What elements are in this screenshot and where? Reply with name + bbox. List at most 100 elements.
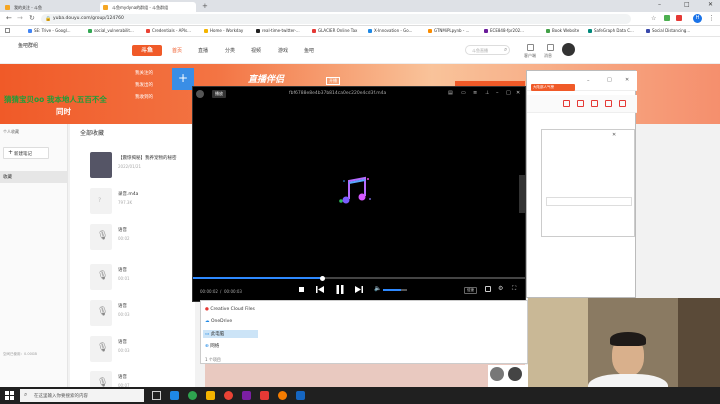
volume-icon[interactable]: 🔈 — [374, 285, 381, 292]
back-icon[interactable]: ← — [6, 14, 12, 22]
apps-icon[interactable] — [5, 28, 10, 33]
list-item[interactable]: 🎙 语音 00:02 — [90, 224, 190, 254]
chrome-icon[interactable] — [224, 391, 233, 400]
nav-item-home[interactable]: 首页 — [172, 47, 182, 54]
user-avatar[interactable] — [490, 367, 504, 381]
list-item[interactable]: ? 录音.m4a 797.3K — [90, 188, 190, 218]
nav-item-live[interactable]: 直播 — [198, 47, 208, 54]
forward-icon[interactable]: → — [17, 14, 23, 22]
screen-icon[interactable]: ▭ — [461, 90, 466, 96]
bookmark-item[interactable]: ECE848-fpr202... — [484, 28, 524, 33]
settings-icon[interactable]: ≡ — [473, 90, 477, 96]
douyu-logo[interactable]: 斗鱼 — [132, 45, 162, 56]
profile-avatar[interactable]: H — [693, 14, 702, 23]
list-item[interactable]: 🎙 语音 00:03 — [90, 300, 190, 330]
search-icon[interactable]: ⌕ — [504, 46, 507, 54]
banner-menu-sent[interactable]: 我发出的 — [135, 80, 171, 92]
explorer-item-onedrive[interactable]: ☁ OneDrive — [205, 319, 232, 324]
bookmark-item[interactable]: Credentials - APIs... — [146, 28, 191, 33]
bookmark-item[interactable]: SE: Trive - Googl... — [28, 28, 71, 33]
playlist-icon[interactable]: ▤ — [448, 90, 453, 96]
left-item-favorites[interactable]: 收藏 — [0, 171, 68, 183]
player-side-handle[interactable] — [519, 175, 526, 213]
progress-track[interactable] — [193, 275, 525, 281]
app-icon[interactable] — [296, 391, 305, 400]
browser-tab-2[interactable]: 斗鱼mydyna的群组 - 斗鱼群组 — [100, 2, 196, 12]
explorer-item-creative-cloud[interactable]: ● Creative Cloud Files — [205, 307, 255, 312]
user-avatar[interactable] — [508, 367, 522, 381]
star-icon[interactable]: ☆ — [651, 15, 656, 22]
bookmark-item[interactable]: social_vulnerabilit... — [88, 28, 134, 33]
explorer-item-this-pc[interactable]: ▭ 此电脑 — [203, 330, 258, 338]
nav-item-yuba[interactable]: 鱼吧 — [304, 47, 314, 54]
toolbar-icon[interactable] — [605, 100, 612, 107]
close-icon[interactable]: ✕ — [612, 132, 616, 138]
toolbar-icon[interactable] — [619, 100, 626, 107]
list-item[interactable]: 🎙 语音 00:03 — [90, 336, 190, 366]
settings-gear-icon[interactable]: ⚙ — [498, 285, 503, 292]
app-icon[interactable] — [278, 391, 287, 400]
extension-icon[interactable] — [664, 15, 670, 21]
previous-icon[interactable] — [316, 286, 324, 293]
task-view-icon[interactable] — [152, 391, 161, 400]
taskbar-search-input[interactable]: ⌕ 在这里输入你要搜索的内容 — [20, 389, 144, 402]
bookmark-item[interactable]: Home - Workday — [204, 28, 243, 33]
address-bar[interactable]: 🔒 yuba.douyu.com/group/124760 — [41, 14, 631, 24]
close-icon[interactable]: ✕ — [516, 90, 520, 96]
minimize-icon[interactable]: – — [658, 1, 661, 8]
list-item[interactable]: 【震惊揭秘】我养宠物的秘密 2022/01/21 — [90, 152, 190, 182]
bookmark-item[interactable]: GTNMiPLpynb - ... — [428, 28, 469, 33]
maximize-icon[interactable]: □ — [607, 77, 612, 83]
menu-icon[interactable]: ⋮ — [708, 14, 715, 22]
extension-icon[interactable] — [676, 15, 682, 21]
bookmark-item[interactable]: Book Website — [546, 28, 579, 33]
speed-button[interactable]: 倍速 — [464, 287, 477, 294]
pin-icon[interactable]: ⊥ — [485, 90, 489, 96]
user-avatar[interactable] — [562, 43, 575, 56]
bookmark-item[interactable]: Social Distancing... — [646, 28, 690, 33]
wechat-icon[interactable] — [188, 391, 197, 400]
browser-tab-1[interactable]: 我的关注 - 斗鱼 — [2, 2, 98, 12]
banner-live-badge[interactable]: 开播 — [326, 77, 340, 85]
volume-slider[interactable] — [383, 289, 407, 291]
banner-menu-received[interactable]: 我收到的 — [135, 92, 171, 104]
windows-start-icon[interactable] — [5, 391, 14, 400]
add-tile-button[interactable]: + — [172, 68, 194, 90]
fullscreen-icon[interactable]: ⛶ — [512, 285, 516, 293]
app-icon[interactable] — [260, 391, 269, 400]
app-icon[interactable] — [242, 391, 251, 400]
toolbar-icon[interactable] — [577, 100, 584, 107]
bookmark-item[interactable]: real-time-twitter-... — [256, 28, 300, 33]
minimize-icon[interactable]: – — [587, 78, 590, 84]
bookmark-item[interactable]: SafeGraph Data C... — [588, 28, 634, 33]
dialog-input[interactable] — [546, 197, 632, 206]
list-item[interactable]: 🎙 语音 00:01 — [90, 264, 190, 294]
maximize-icon[interactable]: □ — [506, 90, 511, 96]
player-badge[interactable]: 播放 — [212, 90, 226, 98]
stop-icon[interactable] — [299, 287, 304, 292]
bookmark-item[interactable]: X-Innovation - Go... — [368, 28, 412, 33]
close-icon[interactable]: ✕ — [708, 1, 713, 8]
file-explorer-icon[interactable] — [206, 391, 215, 400]
progress-handle[interactable] — [319, 275, 325, 281]
pause-icon[interactable] — [336, 285, 344, 294]
new-tab-button[interactable]: + — [202, 2, 208, 10]
reload-icon[interactable]: ↻ — [29, 14, 35, 22]
maximize-icon[interactable]: □ — [684, 1, 690, 8]
edge-icon[interactable] — [170, 391, 179, 400]
next-icon[interactable] — [355, 286, 363, 293]
nav-item-video[interactable]: 视频 — [251, 47, 261, 54]
ranking-tag[interactable]: 大陆部人气榜 — [531, 84, 575, 91]
toolbar-icon[interactable] — [563, 100, 570, 107]
bookmark-item[interactable]: GLACIER Online Tax — [312, 28, 357, 33]
banner-menu-following[interactable]: 我关注的 — [135, 68, 171, 80]
messages-link[interactable]: 消息 — [544, 53, 552, 59]
minimize-icon[interactable]: – — [496, 90, 499, 96]
nav-item-category[interactable]: 分类 — [225, 47, 235, 54]
client-download-link[interactable]: 客户端 — [524, 53, 536, 59]
explorer-item-network[interactable]: ⊕ 网络 — [205, 343, 219, 349]
toolbar-icon[interactable] — [591, 100, 598, 107]
screenshot-icon[interactable] — [485, 286, 491, 292]
close-icon[interactable]: ✕ — [625, 77, 629, 83]
new-note-button[interactable]: + 新建笔记 — [3, 147, 49, 159]
